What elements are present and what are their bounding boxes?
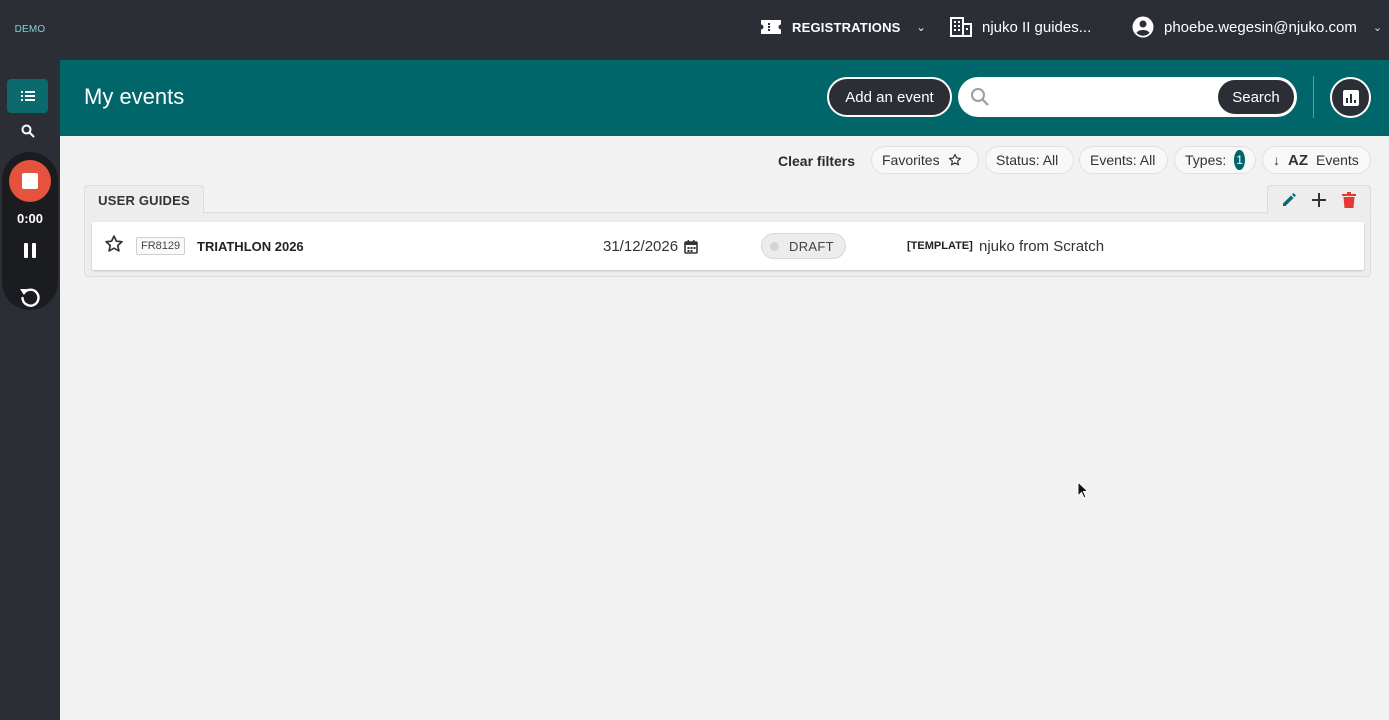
user-email: phoebe.wegesin@njuko.com [1164, 18, 1357, 36]
pencil-icon [1283, 193, 1296, 206]
search-icon [971, 88, 989, 106]
types-label: Types: [1185, 152, 1227, 168]
sort-label: Events [1316, 152, 1359, 168]
sort-az-icon: AZ [1288, 151, 1308, 169]
page-title: My events [84, 84, 185, 109]
app-logo[interactable]: DEMO [0, 0, 60, 58]
sort-control[interactable]: ↓ AZ Events [1262, 146, 1371, 174]
event-date: 31/12/2026 [603, 238, 698, 255]
event-name: TRIATHLON 2026 [197, 239, 304, 254]
event-row[interactable]: FR8129 TRIATHLON 2026 31/12/2026 DRAFT [… [92, 222, 1364, 270]
page-header: My events Add an event Search [60, 60, 1389, 136]
star-outline-icon [105, 235, 123, 252]
registrations-label: REGISTRATIONS [792, 19, 901, 35]
sort-arrow-icon: ↓ [1273, 152, 1280, 168]
star-outline-icon [948, 153, 961, 166]
list-icon [20, 91, 35, 101]
template-tag: [TEMPLATE] [907, 240, 973, 252]
organization-label: njuko II guides... [982, 18, 1092, 36]
events-filter[interactable]: Events: All [1079, 146, 1168, 174]
organization-selector[interactable]: njuko II guides... [950, 0, 1091, 54]
recording-time: 0:00 [16, 211, 44, 226]
types-filter[interactable]: Types: 1 [1174, 146, 1256, 174]
list-view-button[interactable] [7, 79, 48, 113]
status-badge: DRAFT [761, 233, 846, 259]
statistics-button[interactable] [1330, 77, 1371, 118]
clear-filters-button[interactable]: Clear filters [778, 153, 855, 169]
delete-group-button[interactable] [1338, 189, 1360, 211]
header-divider [1313, 76, 1314, 118]
trash-icon [1342, 192, 1356, 208]
search-input[interactable] [1000, 85, 1210, 109]
add-to-group-button[interactable] [1308, 189, 1330, 211]
restart-icon [20, 288, 40, 307]
group-actions [1267, 185, 1371, 214]
building-icon [950, 17, 972, 37]
user-menu[interactable]: phoebe.wegesin@njuko.com ⌄ [1132, 0, 1382, 54]
chart-icon [1342, 89, 1359, 106]
account-circle-icon [1132, 16, 1154, 38]
plus-icon [1312, 193, 1326, 207]
status-dot [770, 241, 779, 251]
edit-group-button[interactable] [1278, 189, 1300, 211]
search-button[interactable]: Search [1216, 78, 1296, 116]
group-tab-user-guides[interactable]: USER GUIDES [84, 185, 204, 214]
chevron-down-icon: ⌄ [916, 21, 926, 34]
registrations-menu[interactable]: REGISTRATIONS ⌄ [760, 0, 926, 54]
favorites-label: Favorites [882, 152, 940, 168]
pause-icon [24, 243, 28, 258]
add-event-button[interactable]: Add an event [827, 77, 952, 117]
mouse-cursor-icon [1077, 481, 1089, 499]
favorite-toggle[interactable] [104, 234, 124, 259]
favorites-filter[interactable]: Favorites [871, 146, 979, 174]
event-code: FR8129 [136, 237, 186, 255]
calendar-icon [684, 239, 698, 254]
types-count-badge: 1 [1234, 150, 1245, 170]
template-name: njuko from Scratch [979, 238, 1105, 255]
ticket-icon [761, 20, 781, 34]
restart-button[interactable] [18, 285, 42, 309]
status-text: DRAFT [789, 238, 834, 254]
search-icon [21, 124, 35, 138]
logo-text: DEMO [14, 23, 46, 35]
left-sidebar: DEMO 0:00 [0, 0, 60, 720]
chevron-down-icon: ⌄ [1372, 21, 1383, 34]
sidebar-search-button[interactable] [7, 114, 48, 148]
top-bar: REGISTRATIONS ⌄ njuko II guides... phoeb… [60, 0, 1389, 60]
status-filter[interactable]: Status: All [985, 146, 1074, 174]
pause-button[interactable] [20, 241, 40, 261]
filter-bar: Clear filters Favorites Status: All Even… [0, 146, 1389, 176]
event-date-text: 31/12/2026 [603, 238, 679, 255]
